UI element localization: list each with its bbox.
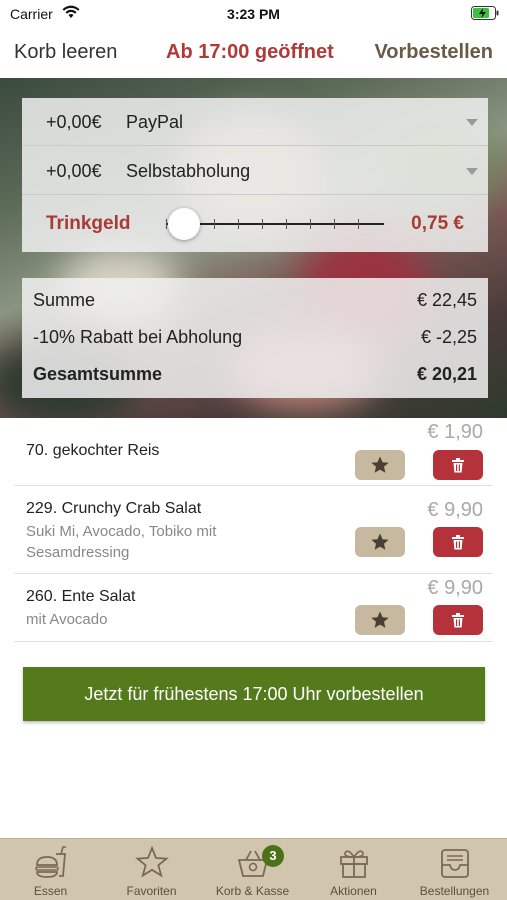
preorder-button[interactable]: Vorbestellen [374,41,493,64]
discount-row: -10% Rabatt bei Abholung € -2,25 [33,323,477,353]
item-name: 70. gekochter Reis [26,442,160,459]
tab-label: Favoriten [126,884,177,898]
item-description: Sesamdressing [26,544,130,561]
subtotal-row: Summe € 22,45 [33,286,477,316]
opening-status-title: Ab 17:00 geöffnet [166,41,334,63]
tab-bar: Essen Favoriten 3 Korb & Kasse Aktionen [0,838,507,900]
discount-value: € -2,25 [420,327,477,347]
trash-icon [452,613,464,628]
delivery-method-select[interactable]: +0,00€ Selbstabholung [22,147,488,195]
tip-value: 0,75 € [411,213,464,234]
cart-item: € 1,90 70. gekochter Reis [14,418,493,486]
item-description: mit Avocado [26,611,108,628]
item-price: € 1,90 [427,421,483,443]
delete-button[interactable] [433,527,483,557]
cart-item: € 9,90 229. Crunchy Crab Salat Suki Mi, … [14,486,493,574]
tab-label: Essen [33,884,68,898]
payment-method-select[interactable]: +0,00€ PayPal [22,98,488,146]
order-summary-panel: Summe € 22,45 -10% Rabatt bei Abholung €… [22,278,488,398]
dropdown-caret-icon [466,119,478,126]
star-icon [371,533,389,550]
item-price: € 9,90 [427,499,483,521]
item-name: 260. Ente Salat [26,588,136,605]
preorder-submit-button[interactable]: Jetzt für frühestens 17:00 Uhr vorbestel… [23,667,485,721]
burger-drink-icon [35,846,66,878]
delivery-fee: +0,00€ [46,161,102,181]
food-background-image: +0,00€ PayPal +0,00€ Selbstabholung Trin… [0,78,507,418]
battery-charging-icon [471,6,499,20]
tip-slider-thumb[interactable] [168,208,200,240]
star-icon [135,845,169,878]
discount-label: -10% Rabatt bei Abholung [33,327,243,347]
tab-essen[interactable]: Essen [0,839,101,900]
tray-icon [441,849,469,878]
status-time: 3:23 PM [227,6,280,22]
total-label: Gesamtsumme [33,364,163,384]
item-name: 229. Crunchy Crab Salat [26,500,202,517]
star-icon [371,611,389,628]
favorite-button[interactable] [355,605,405,635]
cart-item: € 9,90 260. Ente Salat mit Avocado [14,574,493,642]
clear-cart-button[interactable]: Korb leeren [14,41,117,64]
tab-label: Korb & Kasse [215,884,290,898]
tab-favoriten[interactable]: Favoriten [101,839,202,900]
total-value: € 20,21 [416,364,477,384]
tab-korb-kasse[interactable]: 3 Korb & Kasse [202,839,303,900]
favorite-button[interactable] [355,450,405,480]
subtotal-value: € 22,45 [416,290,477,310]
tab-label: Aktionen [330,884,377,898]
trash-icon [452,535,464,550]
navigation-bar: Korb leeren Ab 17:00 geöffnet Vorbestell… [0,28,507,78]
subtotal-label: Summe [33,290,96,310]
dropdown-caret-icon [466,168,478,175]
star-icon [371,456,389,473]
delivery-method-label: Selbstabholung [126,161,251,181]
payment-method-label: PayPal [126,112,184,132]
gift-icon [340,850,368,878]
tab-bestellungen[interactable]: Bestellungen [404,839,505,900]
item-description: Suki Mi, Avocado, Tobiko mit [26,523,217,540]
item-price: € 9,90 [427,577,483,599]
tip-label: Trinkgeld [46,213,131,234]
favorite-button[interactable] [355,527,405,557]
tip-row: Trinkgeld 0,75 € [22,196,488,252]
tab-aktionen[interactable]: Aktionen [303,839,404,900]
delete-button[interactable] [433,605,483,635]
total-row: Gesamtsumme € 20,21 [33,360,477,390]
delete-button[interactable] [433,450,483,480]
options-panel: +0,00€ PayPal +0,00€ Selbstabholung Trin… [22,98,488,252]
tab-label: Bestellungen [419,884,490,898]
status-bar: Carrier 3:23 PM [0,0,507,28]
payment-fee: +0,00€ [46,112,102,132]
trash-icon [452,458,464,473]
cart-count-badge: 3 [262,845,284,867]
